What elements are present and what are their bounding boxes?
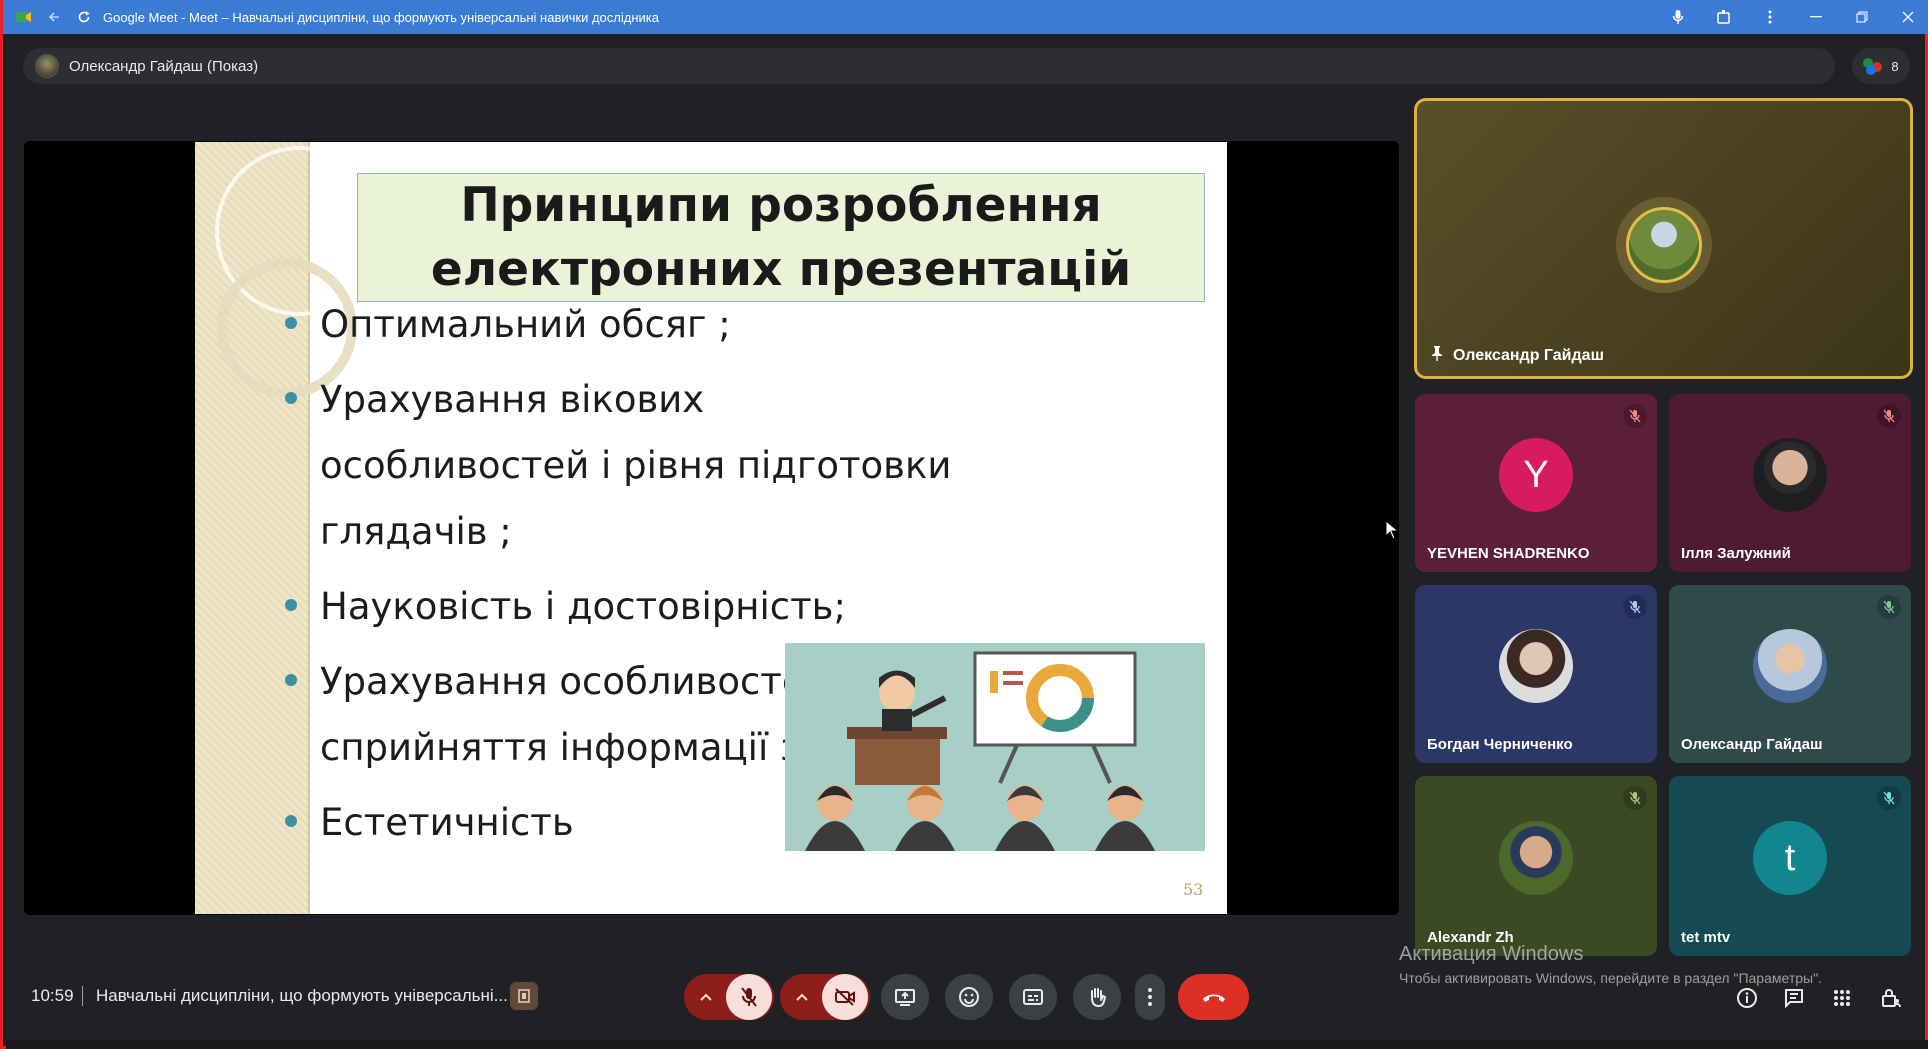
end-call-icon [1202,994,1225,1002]
presenter-label: Олександр Гайдаш (Показ) [69,57,259,75]
participant-avatar [1753,438,1827,512]
presentation-stage: Принципи розроблення електронних презент… [24,141,1399,915]
host-controls-icon[interactable] [510,982,538,1010]
lock-person-icon [1882,989,1901,1008]
camera-toggle-button[interactable] [822,974,868,1020]
more-vert-icon [1148,988,1152,1006]
mic-off-icon [1877,404,1901,428]
mic-off-icon [1623,595,1647,619]
participant-avatar [1499,821,1573,895]
microphone-icon[interactable] [1655,8,1701,26]
reactions-button[interactable] [945,974,993,1020]
video-options-chevron-icon[interactable] [782,993,822,1001]
participant-avatar [1753,629,1827,703]
raise-hand-button[interactable] [1073,974,1121,1020]
titlebar-controls [1655,0,1928,34]
chat-icon [1785,989,1803,1009]
participant-tile[interactable]: t tet mtv [1669,776,1911,956]
slide-bullet: Урахування вікових особливостей і рівня … [285,367,985,565]
participant-tile[interactable]: Alexandr Zh [1415,776,1657,956]
bullet-icon [285,392,297,404]
slide-page-number: 53 [1183,880,1204,899]
os-taskbar [6,1040,1928,1049]
audio-options-chevron-icon[interactable] [686,993,726,1001]
activities-button[interactable] [1826,982,1858,1014]
mic-off-icon [1877,786,1901,810]
pinned-avatar-ring [1615,197,1712,293]
camera-off-icon [835,988,855,1006]
participant-name: Богдан Черниченко [1427,736,1573,753]
more-vert-icon[interactable] [1747,8,1793,26]
participant-avatar: Y [1499,438,1573,512]
browser-titlebar: Google Meet - Meet – Навчальні дисциплін… [3,0,1928,34]
meeting-details-button[interactable] [1731,982,1763,1014]
windows-activation-watermark: Активация Windows Чтобы активировать Win… [1399,943,1822,986]
raise-hand-icon [1091,988,1107,1008]
participant-name: Олександр Гайдаш [1681,736,1823,753]
participants-button[interactable]: 8 [1852,48,1910,84]
pinned-avatar [1625,207,1702,283]
leave-call-button[interactable] [1178,974,1249,1020]
participant-name: YEVHEN SHADRENKO [1427,545,1590,562]
presentation-illustration [785,643,1205,851]
present-screen-icon [895,989,915,1006]
slide-title: Принципи розроблення електронних презент… [430,177,1132,297]
presentation-slide: Принципи розроблення електронних презент… [195,142,1227,914]
mic-off-icon [1877,595,1901,619]
mic-off-icon [1623,786,1647,810]
mic-off-icon [1623,404,1647,428]
slide-title-box: Принципи розроблення електронних презент… [357,173,1205,302]
bullet-icon [285,815,297,827]
participants-count: 8 [1891,58,1899,74]
browser-title: Google Meet - Meet – Навчальні дисциплін… [103,9,659,25]
mouse-cursor-icon [1385,520,1399,540]
captions-icon [1023,989,1043,1005]
participant-avatar [1499,629,1573,703]
restore-icon[interactable] [1839,8,1885,26]
participant-tile[interactable]: Олександр Гайдаш [1669,585,1911,763]
participant-avatar: t [1753,821,1827,895]
windows-activation-title: Активация Windows [1399,943,1584,965]
pin-icon[interactable] [1431,345,1443,366]
meeting-title: Навчальні дисципліни, що формують універ… [96,986,508,1005]
presenter-bar[interactable]: Олександр Гайдаш (Показ) [23,48,1835,84]
meeting-time: 10:59 [31,986,74,1005]
microphone-control-group [684,974,774,1020]
meet-logo-icon [15,8,33,26]
bullet-icon [285,599,297,611]
close-icon[interactable] [1885,8,1928,26]
mic-toggle-button[interactable] [726,974,772,1020]
participant-tile[interactable]: Ілля Залужний [1669,394,1911,572]
info-icon [1737,988,1757,1008]
divider [82,986,83,1006]
mic-off-icon [741,987,757,1007]
participant-tile[interactable]: Богдан Черниченко [1415,585,1657,763]
more-options-button[interactable] [1135,974,1165,1020]
window-frame: Google Meet - Meet – Навчальні дисциплін… [0,0,1928,1049]
minimize-icon[interactable] [1793,8,1839,26]
chat-button[interactable] [1778,982,1810,1014]
extensions-icon[interactable] [1701,8,1747,26]
presenter-avatar [35,54,59,78]
host-controls-button[interactable] [1875,982,1907,1014]
reload-icon[interactable] [75,8,93,26]
slide-bullet: Науковість і достовірність; [285,574,1085,640]
apps-grid-icon [1834,990,1850,1006]
bullet-icon [285,674,297,686]
pinned-participant-name: Олександр Гайдаш [1453,346,1604,364]
people-icon [1863,58,1885,75]
pinned-participant-tile[interactable]: Олександр Гайдаш [1414,98,1913,379]
present-screen-button[interactable] [881,974,929,1020]
captions-button[interactable] [1009,974,1057,1020]
back-arrow-icon[interactable] [45,8,63,26]
bullet-icon [285,317,297,329]
participant-tile[interactable]: Y YEVHEN SHADRENKO [1415,394,1657,572]
emoji-icon [959,987,979,1007]
participant-name: Ілля Залужний [1681,545,1791,562]
slide-bullet: Оптимальний обсяг ; [285,292,1085,358]
camera-control-group [780,974,870,1020]
